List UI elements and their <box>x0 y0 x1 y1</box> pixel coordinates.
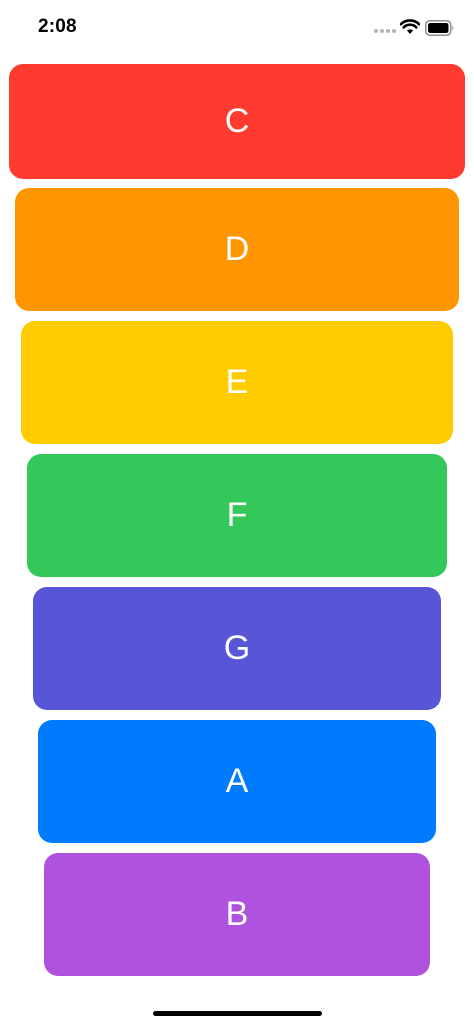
note-key-a[interactable]: A <box>38 720 436 843</box>
note-key-label: C <box>224 102 250 140</box>
note-key-label: B <box>225 895 249 933</box>
note-key-d[interactable]: D <box>15 188 459 311</box>
status-bar: 2:08 <box>0 0 474 56</box>
note-key-c[interactable]: C <box>9 64 465 179</box>
cellular-signal-icon <box>374 29 396 35</box>
home-indicator[interactable] <box>153 1011 322 1016</box>
note-key-e[interactable]: E <box>21 321 453 444</box>
status-time: 2:08 <box>38 16 77 37</box>
note-key-label: F <box>226 496 248 534</box>
note-key-f[interactable]: F <box>27 454 447 577</box>
battery-icon <box>425 20 454 36</box>
note-key-label: A <box>225 762 249 800</box>
note-key-label: D <box>224 230 250 268</box>
note-key-g[interactable]: G <box>33 587 441 710</box>
note-key-label: E <box>225 363 249 401</box>
wifi-icon <box>400 19 420 34</box>
note-key-label: G <box>223 629 251 667</box>
note-key-b[interactable]: B <box>44 853 430 976</box>
